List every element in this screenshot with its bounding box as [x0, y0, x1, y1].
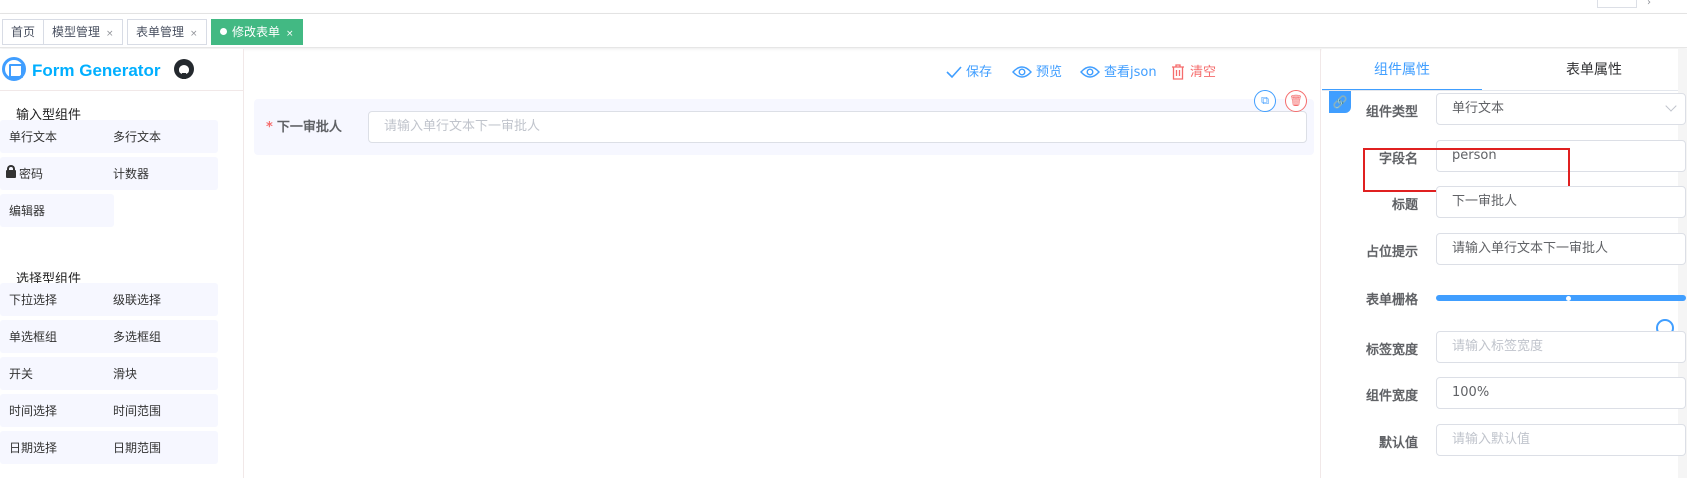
check-icon	[946, 65, 962, 78]
field-label-text: 下一审批人	[276, 120, 342, 135]
prop-label: 组件类型	[1365, 105, 1418, 120]
component-item[interactable]: 时间选择	[0, 394, 114, 427]
prop-label: 表单栅格	[1365, 293, 1418, 308]
component-label: 多行文本	[113, 130, 162, 144]
field-input[interactable]: 请输入单行文本下一审批人	[368, 111, 1307, 143]
slider-stop	[1566, 296, 1571, 301]
component-item[interactable]: 级联选择	[104, 283, 218, 316]
form-generator-logo-icon	[2, 57, 26, 81]
tag-home[interactable]: 首页	[2, 19, 45, 45]
logo: Form Generator	[0, 49, 243, 91]
trash-icon	[1172, 63, 1184, 80]
component-item[interactable]: 多行文本	[104, 120, 218, 153]
component-width-input[interactable]: 100%	[1436, 377, 1686, 409]
component-label: 计数器	[113, 167, 150, 181]
prop-label: 标题	[1391, 198, 1418, 213]
lock-icon	[6, 165, 16, 178]
prop-row-component-type: 组件类型 单行文本	[1322, 93, 1687, 125]
component-label: 时间选择	[9, 404, 58, 418]
prop-label: 组件宽度	[1365, 389, 1418, 404]
component-item[interactable]: 多选框组	[104, 320, 218, 353]
component-item[interactable]: 日期范围	[104, 431, 218, 464]
tag-form-manage[interactable]: 表单管理 ×	[127, 19, 207, 45]
prop-row-grid-span: 表单栅格	[1322, 281, 1687, 313]
active-dot-icon	[220, 28, 227, 35]
component-label: 单选框组	[9, 330, 58, 344]
tag-label: 修改表单	[232, 25, 281, 39]
tab-divider	[1322, 90, 1687, 91]
tag-edit-form[interactable]: 修改表单 ×	[211, 19, 303, 45]
component-label: 下拉选择	[9, 293, 58, 307]
prop-row-title: 标题 下一审批人	[1322, 186, 1687, 218]
grid-span-slider[interactable]	[1436, 295, 1686, 301]
tag-label: 模型管理	[52, 25, 101, 39]
view-json-label: 查看json	[1104, 65, 1157, 80]
component-item[interactable]: 密码	[0, 157, 114, 190]
tag-model-manage[interactable]: 模型管理 ×	[43, 19, 123, 45]
prop-label: 占位提示	[1365, 245, 1418, 260]
component-item[interactable]: 滑块	[104, 357, 218, 390]
component-label: 多选框组	[113, 330, 162, 344]
component-item[interactable]: 时间范围	[104, 394, 218, 427]
eye-icon	[1012, 65, 1032, 78]
prop-label: 默认值	[1378, 436, 1418, 451]
component-label: 开关	[9, 367, 34, 381]
prop-label: 标签宽度	[1365, 343, 1418, 358]
prop-row-placeholder: 占位提示 请输入单行文本下一审批人	[1322, 233, 1687, 265]
tab-component-props[interactable]: 组件属性	[1322, 49, 1482, 91]
form-canvas: 保存 预览 查看json 清空 * 下一审批人 请输入单行文本下一审批人 ⧉ 🗑	[243, 49, 1321, 478]
view-json-button[interactable]: 查看json	[1080, 61, 1157, 80]
component-label: 滑块	[113, 367, 138, 381]
logo-text: Form Generator	[32, 61, 161, 80]
prop-row-default-value: 默认值 请输入默认值	[1322, 424, 1687, 456]
chevron-down-icon	[1665, 100, 1677, 112]
component-label: 日期选择	[9, 441, 58, 455]
chevron-icon[interactable]: ›	[1647, 0, 1651, 8]
close-icon[interactable]: ×	[106, 29, 114, 39]
component-item[interactable]: 下拉选择	[0, 283, 114, 316]
close-icon[interactable]: ×	[286, 29, 294, 39]
copy-icon[interactable]: ⧉	[1254, 90, 1276, 112]
component-type-select[interactable]: 单行文本	[1436, 93, 1686, 125]
component-label: 编辑器	[9, 204, 46, 218]
save-button[interactable]: 保存	[946, 61, 992, 80]
component-item[interactable]: 日期选择	[0, 431, 114, 464]
tags-view: 首页 模型管理 × 表单管理 × 修改表单 ×	[0, 14, 1687, 48]
component-item[interactable]: 单行文本	[0, 120, 114, 153]
top-bar: ›	[0, 0, 1687, 14]
required-mark: *	[266, 120, 273, 135]
github-icon[interactable]	[174, 59, 194, 79]
tag-label: 首页	[11, 25, 36, 39]
form-item-row[interactable]: * 下一审批人 请输入单行文本下一审批人 ⧉ 🗑	[254, 90, 1314, 155]
delete-icon[interactable]: 🗑	[1285, 90, 1307, 112]
preview-label: 预览	[1036, 65, 1063, 80]
component-item[interactable]: 单选框组	[0, 320, 114, 353]
component-label: 单行文本	[9, 130, 58, 144]
component-item[interactable]: 编辑器	[0, 194, 114, 227]
top-dropdown[interactable]	[1597, 0, 1637, 8]
component-label: 日期范围	[113, 441, 162, 455]
title-input[interactable]: 下一审批人	[1436, 186, 1686, 218]
preview-button[interactable]: 预览	[1012, 61, 1062, 80]
prop-row-label-width: 标签宽度 请输入标签宽度	[1322, 331, 1687, 363]
select-value: 单行文本	[1452, 101, 1505, 116]
placeholder-input[interactable]: 请输入单行文本下一审批人	[1436, 233, 1686, 265]
component-item[interactable]: 开关	[0, 357, 114, 390]
action-bar: 保存 预览 查看json 清空	[244, 49, 1322, 91]
prop-row-component-width: 组件宽度 100%	[1322, 377, 1687, 409]
close-icon[interactable]: ×	[190, 29, 198, 39]
default-value-input[interactable]: 请输入默认值	[1436, 424, 1686, 456]
clear-button[interactable]: 清空	[1170, 61, 1216, 81]
component-item[interactable]: 计数器	[104, 157, 218, 190]
component-label: 时间范围	[113, 404, 162, 418]
tab-form-props[interactable]: 表单属性	[1514, 49, 1674, 91]
clear-label: 清空	[1190, 65, 1217, 80]
field-label: * 下一审批人	[266, 116, 342, 135]
tag-label: 表单管理	[136, 25, 185, 39]
eye-icon	[1080, 65, 1100, 78]
component-label: 级联选择	[113, 293, 162, 307]
save-label: 保存	[966, 65, 993, 80]
component-label: 密码	[19, 167, 44, 181]
label-width-input[interactable]: 请输入标签宽度	[1436, 331, 1686, 363]
